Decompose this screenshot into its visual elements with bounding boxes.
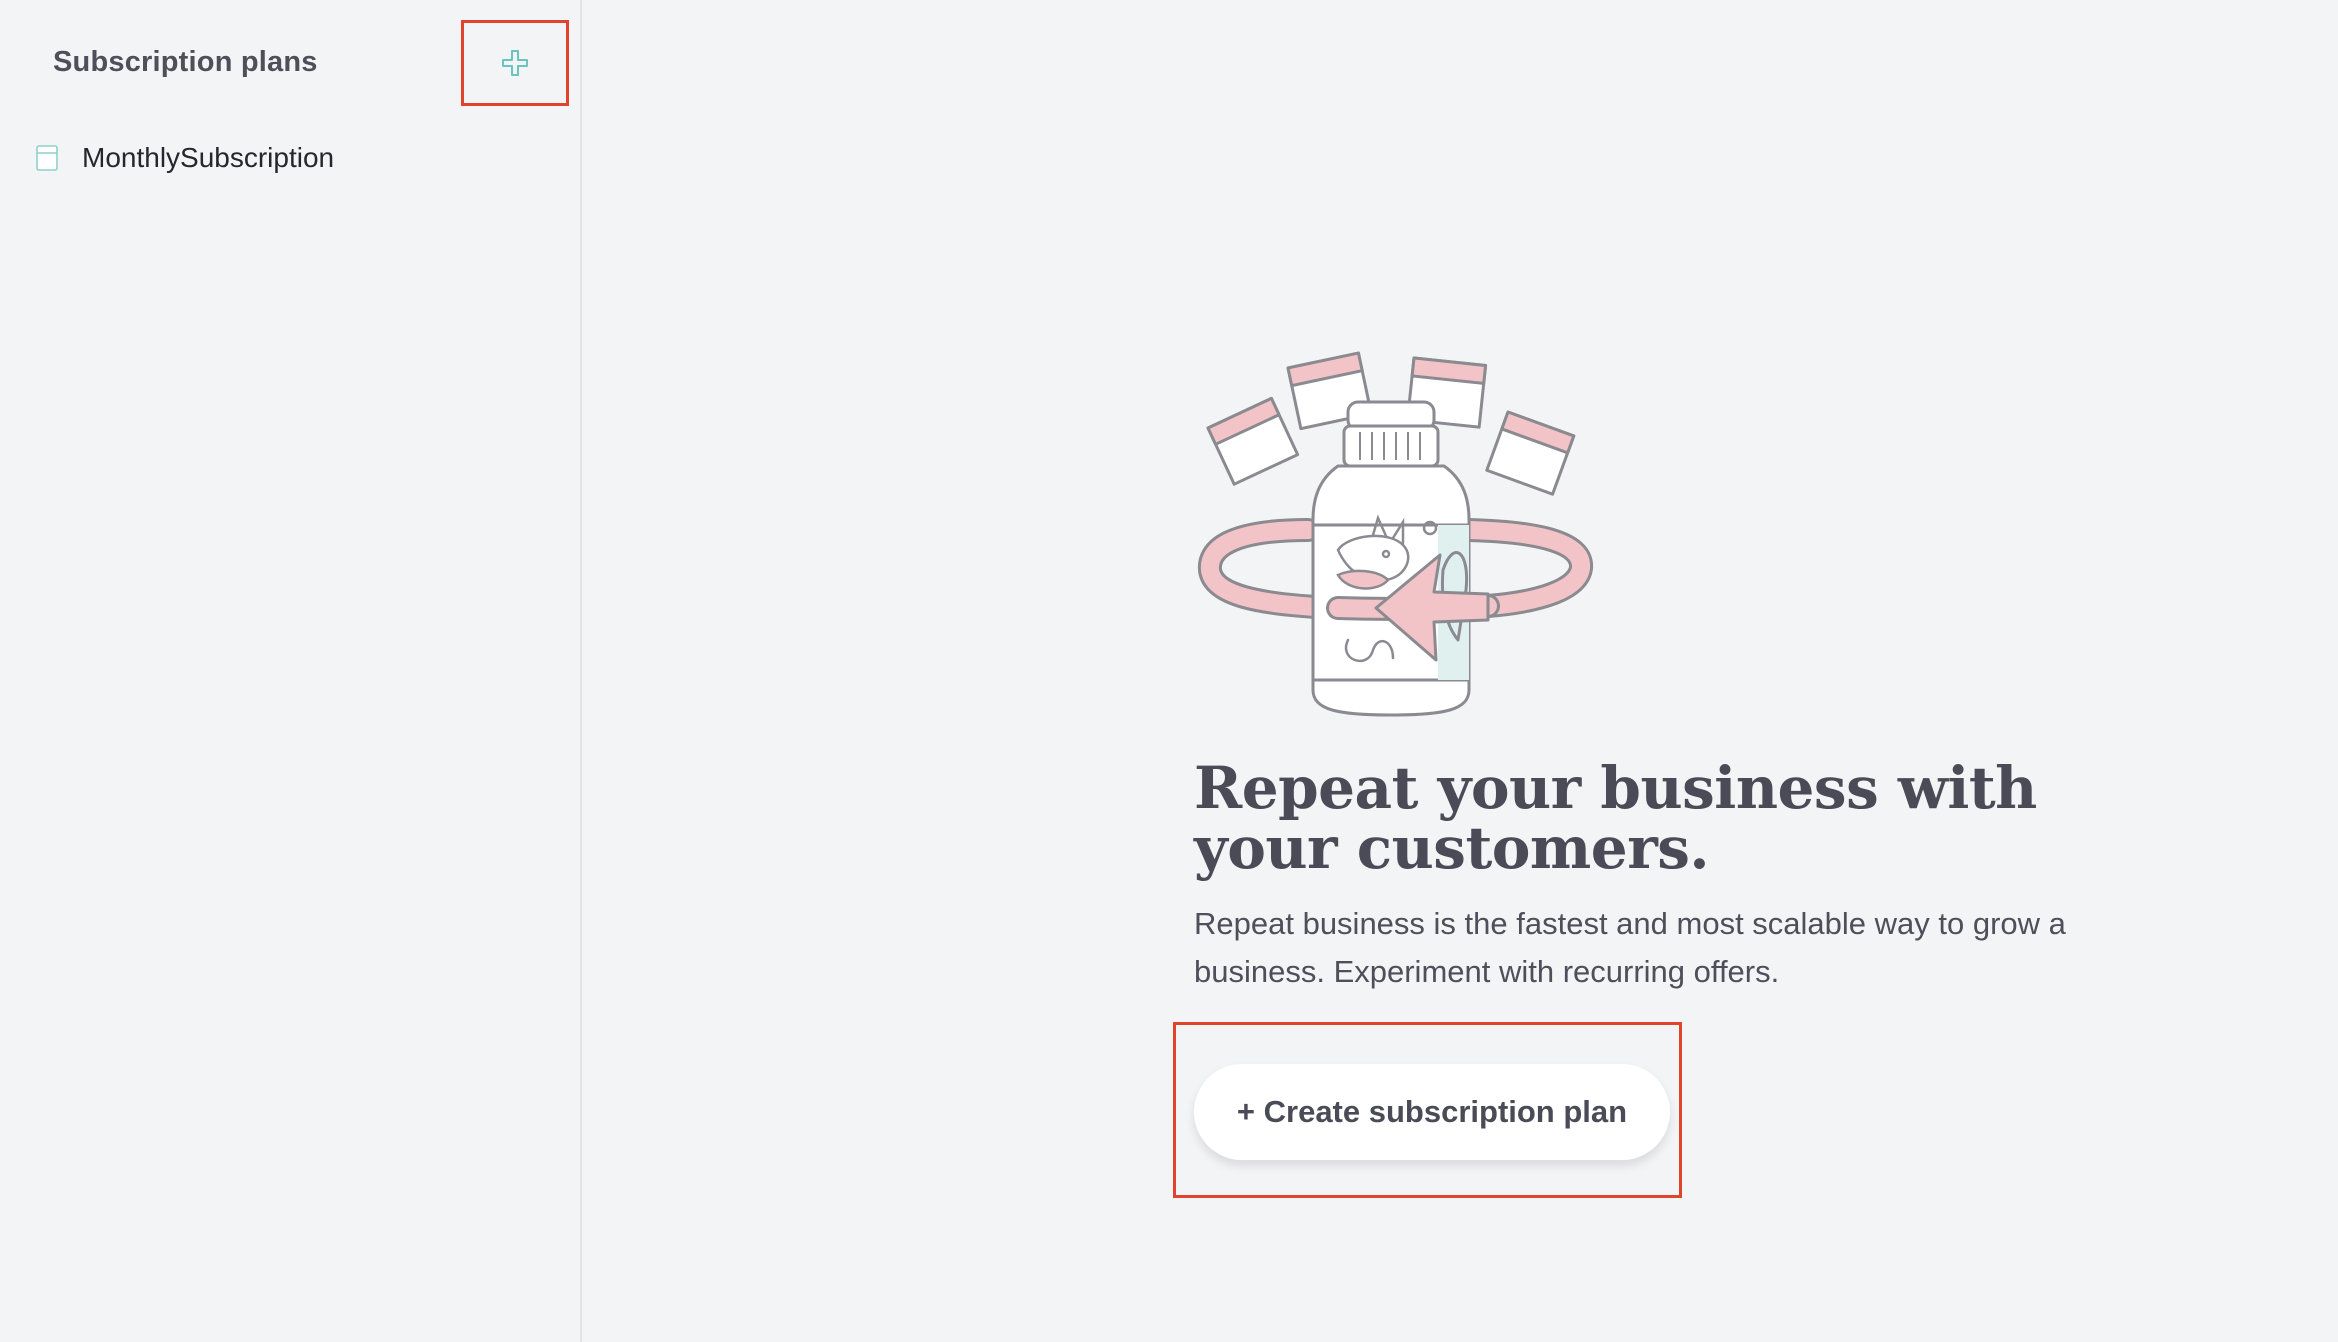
plus-icon — [502, 50, 528, 76]
plan-calendar-icon — [36, 145, 58, 171]
empty-state-description: Repeat business is the fastest and most … — [1194, 906, 2066, 989]
subscription-bottle-illustration — [1197, 351, 1593, 717]
sidebar-item-label: MonthlySubscription — [82, 142, 335, 173]
sidebar: Subscription plans MonthlySubscription — [0, 0, 582, 1342]
create-subscription-plan-button[interactable]: + Create subscription plan — [1194, 1064, 1670, 1160]
empty-state-headline: Repeat your business with your customers… — [1194, 754, 2037, 882]
add-plan-button[interactable] — [461, 20, 569, 106]
sidebar-title: Subscription plans — [53, 46, 318, 78]
sidebar-item-monthly-subscription[interactable]: MonthlySubscription — [36, 138, 334, 178]
